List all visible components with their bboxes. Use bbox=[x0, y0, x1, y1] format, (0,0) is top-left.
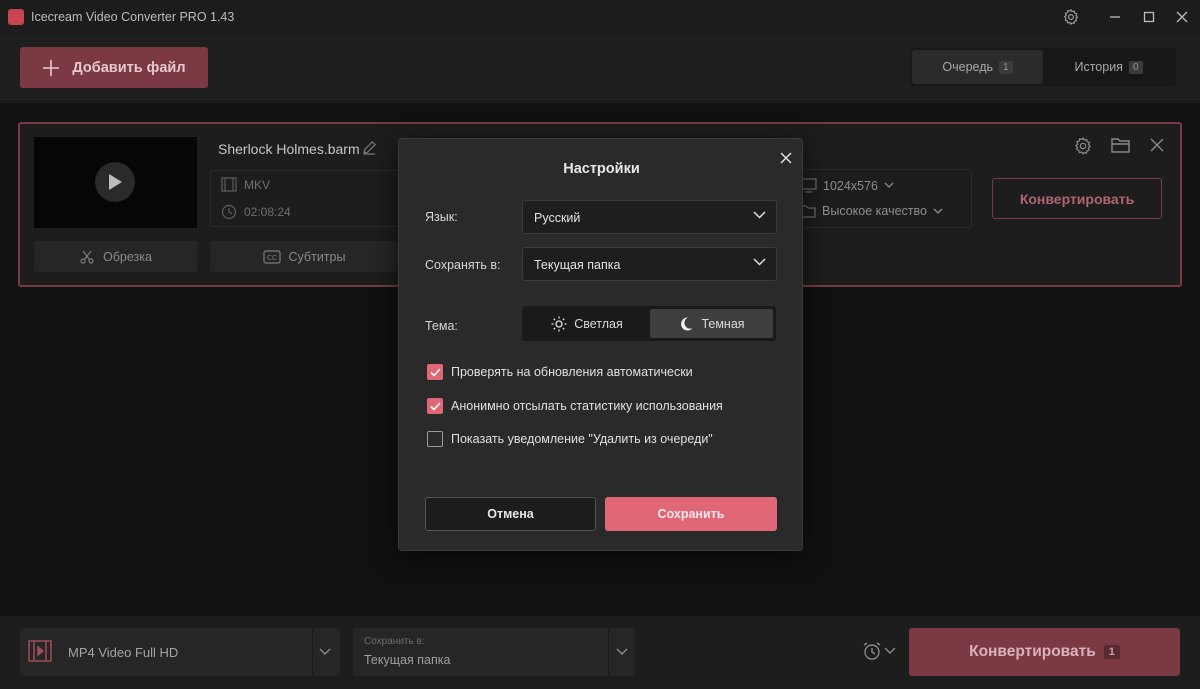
checkbox-row-auto-update[interactable]: Проверять на обновления автоматически bbox=[427, 364, 693, 380]
settings-dialog: Настройки Язык: Русский Сохранять в: Тек… bbox=[398, 138, 803, 551]
save-to-label: Сохранять в: bbox=[425, 258, 501, 272]
checkbox-row-statistics[interactable]: Анонимно отсылать статистику использован… bbox=[427, 398, 723, 414]
theme-label: Тема: bbox=[425, 319, 458, 333]
theme-light-label: Светлая bbox=[574, 316, 623, 331]
moon-icon bbox=[678, 316, 694, 332]
chevron-down-icon bbox=[753, 211, 766, 219]
sun-icon bbox=[551, 316, 567, 332]
chevron-down-icon bbox=[753, 258, 766, 266]
theme-dark-option[interactable]: Темная bbox=[650, 309, 773, 338]
checkbox-statistics-label: Анонимно отсылать статистику использован… bbox=[451, 399, 723, 413]
theme-toggle: Светлая Темная bbox=[522, 306, 776, 341]
theme-dark-label: Темная bbox=[701, 316, 745, 331]
cancel-button[interactable]: Отмена bbox=[425, 497, 596, 531]
checkbox-statistics[interactable] bbox=[427, 398, 443, 414]
checkbox-auto-update-label: Проверять на обновления автоматически bbox=[451, 365, 693, 379]
checkbox-remove-notification-label: Показать уведомление "Удалить из очереди… bbox=[451, 432, 713, 446]
check-icon bbox=[429, 367, 441, 377]
save-button[interactable]: Сохранить bbox=[605, 497, 777, 531]
dialog-title: Настройки bbox=[563, 161, 640, 177]
checkbox-remove-notification[interactable] bbox=[427, 431, 443, 447]
save-to-value: Текущая папка bbox=[534, 258, 621, 272]
checkbox-auto-update[interactable] bbox=[427, 364, 443, 380]
checkbox-row-remove-notification[interactable]: Показать уведомление "Удалить из очереди… bbox=[427, 431, 713, 447]
language-value: Русский bbox=[534, 211, 581, 225]
check-icon bbox=[429, 401, 441, 411]
save-to-select[interactable]: Текущая папка bbox=[522, 247, 777, 281]
language-select[interactable]: Русский bbox=[522, 200, 777, 234]
language-label: Язык: bbox=[425, 210, 458, 224]
theme-light-option[interactable]: Светлая bbox=[525, 309, 649, 338]
dialog-close-icon[interactable] bbox=[775, 147, 797, 169]
